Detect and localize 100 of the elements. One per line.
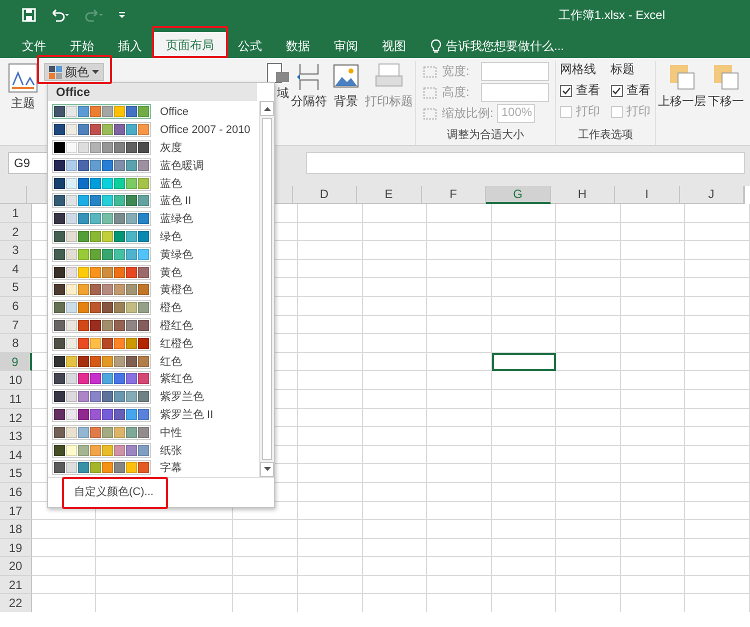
grid-cell[interactable]	[556, 316, 620, 334]
row-header[interactable]: 20	[0, 557, 32, 576]
scroll-down-button[interactable]	[260, 462, 274, 477]
grid-cell[interactable]	[556, 390, 620, 409]
ribbon-tab[interactable]: 视图	[370, 34, 418, 58]
menu-item[interactable]: 纸张	[160, 442, 182, 458]
grid-cell[interactable]	[685, 538, 750, 558]
column-header[interactable]: H	[550, 186, 615, 204]
color-swatch-strip[interactable]	[52, 211, 151, 226]
row-header[interactable]: 8	[0, 334, 32, 353]
grid-cell[interactable]	[427, 427, 492, 446]
menu-item[interactable]: 紫罗兰色	[160, 389, 204, 404]
grid-cell[interactable]	[492, 371, 556, 390]
grid-cell[interactable]	[556, 538, 620, 558]
grid-cell[interactable]	[427, 260, 492, 278]
row-header[interactable]: 5	[0, 278, 32, 297]
grid-cell[interactable]	[556, 260, 620, 278]
grid-cell[interactable]	[427, 204, 492, 223]
ribbon-tab[interactable]: 开始	[58, 34, 106, 58]
menu-item[interactable]: 黄色	[160, 264, 182, 280]
grid-cell[interactable]	[427, 464, 492, 483]
grid-cell[interactable]	[362, 241, 427, 260]
grid-cell[interactable]	[620, 557, 685, 576]
grid-cell[interactable]	[32, 557, 96, 576]
grid-cell[interactable]	[556, 427, 620, 446]
row-header[interactable]: 19	[0, 538, 32, 558]
ribbon-tab[interactable]: 公式	[226, 34, 274, 58]
themes-button[interactable]: 主题	[8, 61, 38, 145]
ribbon-tab[interactable]: 审阅	[322, 34, 370, 58]
menu-item[interactable]: 紫红色	[160, 371, 193, 386]
background-button[interactable]: 背景	[333, 61, 359, 145]
grid-cell[interactable]	[556, 278, 620, 297]
row-header[interactable]: 6	[0, 296, 32, 316]
grid-cell[interactable]	[298, 576, 362, 594]
color-swatch-strip[interactable]	[52, 104, 151, 120]
color-swatch-strip[interactable]	[52, 300, 151, 316]
grid-cell[interactable]	[427, 296, 492, 316]
grid-cell[interactable]	[492, 278, 556, 297]
grid-cell[interactable]	[362, 427, 427, 446]
grid-cell[interactable]	[492, 222, 556, 242]
grid-cell[interactable]	[362, 538, 427, 558]
grid-cell[interactable]	[556, 482, 620, 502]
grid-cell[interactable]	[233, 538, 298, 558]
menu-item[interactable]: 字幕	[160, 460, 182, 476]
color-swatch-strip[interactable]	[52, 158, 151, 173]
grid-cell[interactable]	[556, 352, 620, 372]
grid-cell[interactable]	[685, 204, 750, 223]
grid-cell[interactable]	[298, 538, 362, 558]
grid-cell[interactable]	[427, 446, 492, 464]
bring-forward-button[interactable]: 上移一层	[658, 61, 706, 145]
row-header[interactable]: 22	[0, 594, 32, 612]
color-swatch-strip[interactable]	[52, 406, 151, 422]
grid-cell[interactable]	[362, 594, 427, 612]
dropdown-field[interactable]	[481, 62, 549, 81]
ribbon-tab[interactable]: 数据	[274, 34, 322, 58]
custom-colors-item[interactable]: 自定义颜色(C)...	[74, 486, 154, 498]
row-header[interactable]: 10	[0, 371, 32, 390]
row-header[interactable]: 2	[0, 222, 32, 242]
grid-cell[interactable]	[492, 482, 556, 502]
grid-cell[interactable]	[362, 316, 427, 334]
grid-cell[interactable]	[427, 352, 492, 372]
grid-cell[interactable]	[362, 390, 427, 409]
grid-cell[interactable]	[620, 260, 685, 278]
grid-cell[interactable]	[620, 538, 685, 558]
menu-item[interactable]: 绿色	[160, 228, 182, 244]
menu-item[interactable]: 黄绿色	[160, 246, 193, 262]
grid-cell[interactable]	[427, 390, 492, 409]
menu-item[interactable]: 灰度	[160, 140, 182, 155]
ribbon-tab[interactable]: 页面布局	[154, 32, 226, 58]
grid-cell[interactable]	[362, 260, 427, 278]
grid-cell[interactable]	[685, 482, 750, 502]
column-header[interactable]: E	[357, 186, 422, 204]
dropdown-field[interactable]	[481, 83, 549, 102]
grid-cell[interactable]	[685, 222, 750, 242]
grid-cell[interactable]	[362, 446, 427, 464]
grid-cell[interactable]	[492, 594, 556, 612]
grid-cell[interactable]	[32, 576, 96, 594]
grid-cell[interactable]	[620, 446, 685, 464]
grid-cell[interactable]	[298, 371, 362, 390]
grid-cell[interactable]	[32, 520, 96, 539]
grid-cell[interactable]	[620, 204, 685, 223]
grid-cell[interactable]	[492, 204, 556, 223]
grid-cell[interactable]	[492, 427, 556, 446]
ribbon-tab[interactable]: 插入	[106, 34, 154, 58]
grid-cell[interactable]	[298, 204, 362, 223]
colors-button[interactable]: 颜色	[44, 63, 104, 81]
row-header[interactable]: 9	[0, 352, 32, 372]
menu-item[interactable]: Office	[160, 106, 189, 118]
grid-cell[interactable]	[685, 241, 750, 260]
grid-cell[interactable]	[685, 334, 750, 353]
grid-cell[interactable]	[298, 502, 362, 520]
color-swatch-strip[interactable]	[52, 264, 151, 280]
color-swatch-strip[interactable]	[52, 176, 151, 191]
grid-cell[interactable]	[620, 594, 685, 612]
grid-cell[interactable]	[620, 464, 685, 483]
grid-cell[interactable]	[96, 520, 233, 539]
grid-cell[interactable]	[620, 278, 685, 297]
menu-item[interactable]: 蓝色 II	[160, 193, 192, 208]
grid-cell[interactable]	[556, 576, 620, 594]
grid-cell[interactable]	[427, 520, 492, 539]
